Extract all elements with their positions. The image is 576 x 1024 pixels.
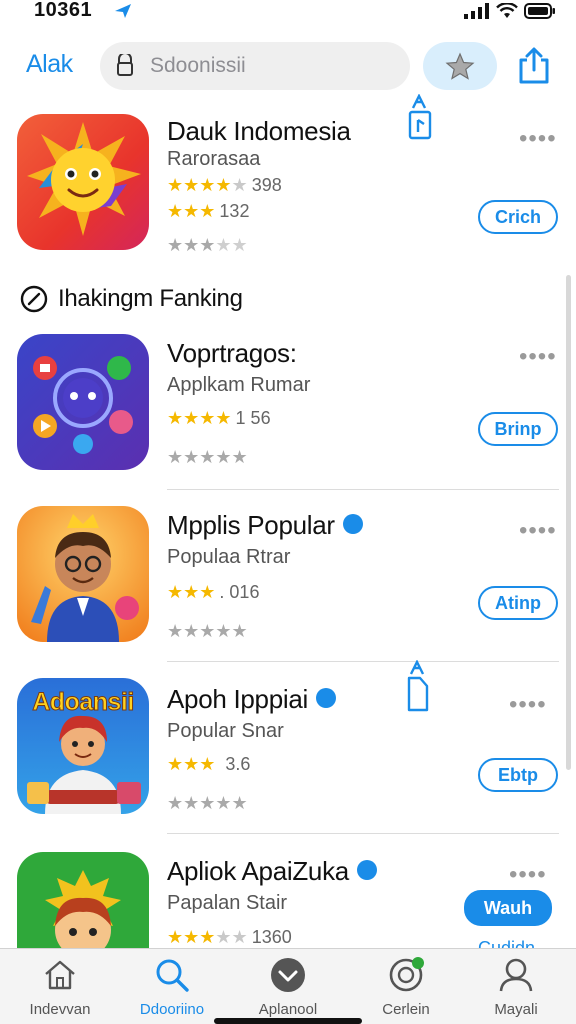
more-icon[interactable]: ••••	[519, 345, 557, 369]
get-button[interactable]: Wauh	[464, 890, 552, 926]
list-item[interactable]: Mpplis Popular Populaa Rtrar ★★★ . 016 ★…	[0, 506, 576, 648]
get-button[interactable]: Ebtp	[478, 758, 558, 792]
app-rating-secondary: ★★★ 132	[167, 200, 250, 221]
more-icon[interactable]: ••••	[509, 693, 547, 717]
tab-label: Mayali	[494, 1001, 538, 1018]
verified-badge	[342, 514, 363, 535]
section-header: Ihakingm Fanking	[20, 284, 243, 314]
favorites-button[interactable]	[423, 42, 497, 90]
app-title: Mpplis Popular	[167, 510, 363, 541]
tab-arcade[interactable]: Cerlein	[356, 957, 456, 1018]
back-link[interactable]: Alak	[26, 50, 73, 79]
app-rating: ★★★ ★★ 1360	[167, 926, 292, 947]
star-icon	[445, 52, 475, 80]
rating-count-secondary: 132	[219, 200, 250, 221]
bookmark-icon[interactable]	[404, 660, 432, 714]
rating-count: 1 56	[235, 407, 271, 428]
rating-stars-empty: ★★★★★	[167, 235, 248, 255]
list-item[interactable]: Apliok ApaiZuka Papalan Stair ★★★ ★★ 1360…	[0, 852, 576, 988]
search-input[interactable]: Sdoonissii	[100, 42, 410, 90]
rating-count: 398	[251, 174, 282, 195]
verified-badge	[315, 688, 336, 709]
tab-apps[interactable]: Aplanool	[238, 957, 338, 1018]
get-button[interactable]: Brinp	[478, 412, 558, 446]
search-placeholder: Sdoonissii	[150, 54, 246, 77]
app-title: Voprtragos:	[167, 338, 297, 368]
tab-search[interactable]: Ddooriino	[122, 957, 222, 1018]
app-subtitle: Populaa Rtrar	[167, 546, 291, 568]
header: Alak Sdoonissii	[0, 40, 576, 94]
app-subtitle: Popular Snar	[167, 720, 284, 742]
app-subtitle: Papalan Stair	[167, 892, 288, 914]
list-item[interactable]: Voprtragos: Applkam Rumar ★★★★ 1 56 ★★★★…	[0, 334, 576, 474]
bookmark-icon[interactable]	[406, 94, 434, 142]
app-icon-sun	[17, 114, 149, 250]
app-rating: ★★★★ 1 56	[167, 407, 271, 428]
app-icon-person	[17, 506, 149, 642]
app-subtitle: Applkam Rumar	[167, 374, 311, 396]
app-rating: ★★★ . 016	[167, 581, 260, 602]
list-item[interactable]: Dauk Indomesia Rarorasaa ★★★★ ★ 398 ★★★ 1…	[0, 94, 576, 262]
status-bar: 10361	[0, 0, 576, 24]
divider	[167, 489, 559, 490]
rating-stars-empty: ★★★★★	[167, 447, 248, 467]
app-title: Apliok ApaiZuka	[167, 856, 377, 887]
section-title: Ihakingm Fanking	[58, 285, 243, 312]
verified-badge	[356, 860, 377, 881]
rating-count: 3.6	[225, 753, 251, 774]
location-icon	[115, 4, 131, 18]
wifi-icon	[496, 3, 518, 18]
home-indicator[interactable]	[214, 1018, 362, 1024]
search-icon	[117, 54, 133, 76]
more-icon[interactable]: ••••	[519, 519, 557, 543]
tab-label: Indevvan	[29, 1001, 91, 1018]
person-icon	[499, 958, 533, 992]
signal-icon	[464, 3, 489, 19]
app-title: Dauk Indomesia	[167, 116, 351, 146]
app-subtitle: Rarorasaa	[167, 148, 261, 170]
tab-bar: Indevvan Ddooriino Aplanool Cerlein Maya…	[0, 948, 576, 1024]
status-time: 10361	[34, 0, 93, 21]
search-icon	[156, 959, 189, 992]
divider	[167, 833, 559, 834]
divider	[167, 661, 559, 662]
more-icon[interactable]: ••••	[509, 863, 547, 887]
icon-banner: Adoansii	[32, 688, 135, 717]
scrollbar[interactable]	[566, 275, 571, 770]
list-item[interactable]: Adoansii Apoh Ipppiai Popular Snar ★★★ 3…	[0, 660, 576, 820]
tab-profile[interactable]: Mayali	[466, 957, 566, 1018]
tab-home[interactable]: Indevvan	[10, 957, 110, 1018]
app-rating: ★★★★ ★ 398	[167, 174, 282, 195]
share-button[interactable]	[514, 46, 554, 86]
app-title: Apoh Ipppiai	[167, 684, 336, 715]
rating-stars-empty: ★★★★★	[167, 793, 248, 813]
tab-label: Ddooriino	[139, 1001, 205, 1018]
home-icon	[45, 960, 75, 990]
compass-icon	[20, 285, 48, 313]
battery-icon	[524, 3, 555, 19]
rating-stars-empty: ★★★★★	[167, 621, 248, 641]
arcade-icon	[389, 957, 424, 992]
tab-label: Aplanool	[258, 1001, 318, 1018]
rating-count: . 016	[219, 581, 260, 602]
get-button[interactable]: Atinp	[478, 586, 558, 620]
get-button[interactable]: Crich	[478, 200, 558, 234]
app-icon-hub	[17, 334, 149, 470]
app-rating: ★★★ 3.6	[167, 753, 251, 774]
rating-count: 1360	[251, 926, 292, 947]
download-icon	[271, 958, 305, 992]
more-icon[interactable]: ••••	[519, 127, 557, 151]
tab-label: Cerlein	[382, 1001, 430, 1018]
status-icons	[464, 2, 556, 20]
